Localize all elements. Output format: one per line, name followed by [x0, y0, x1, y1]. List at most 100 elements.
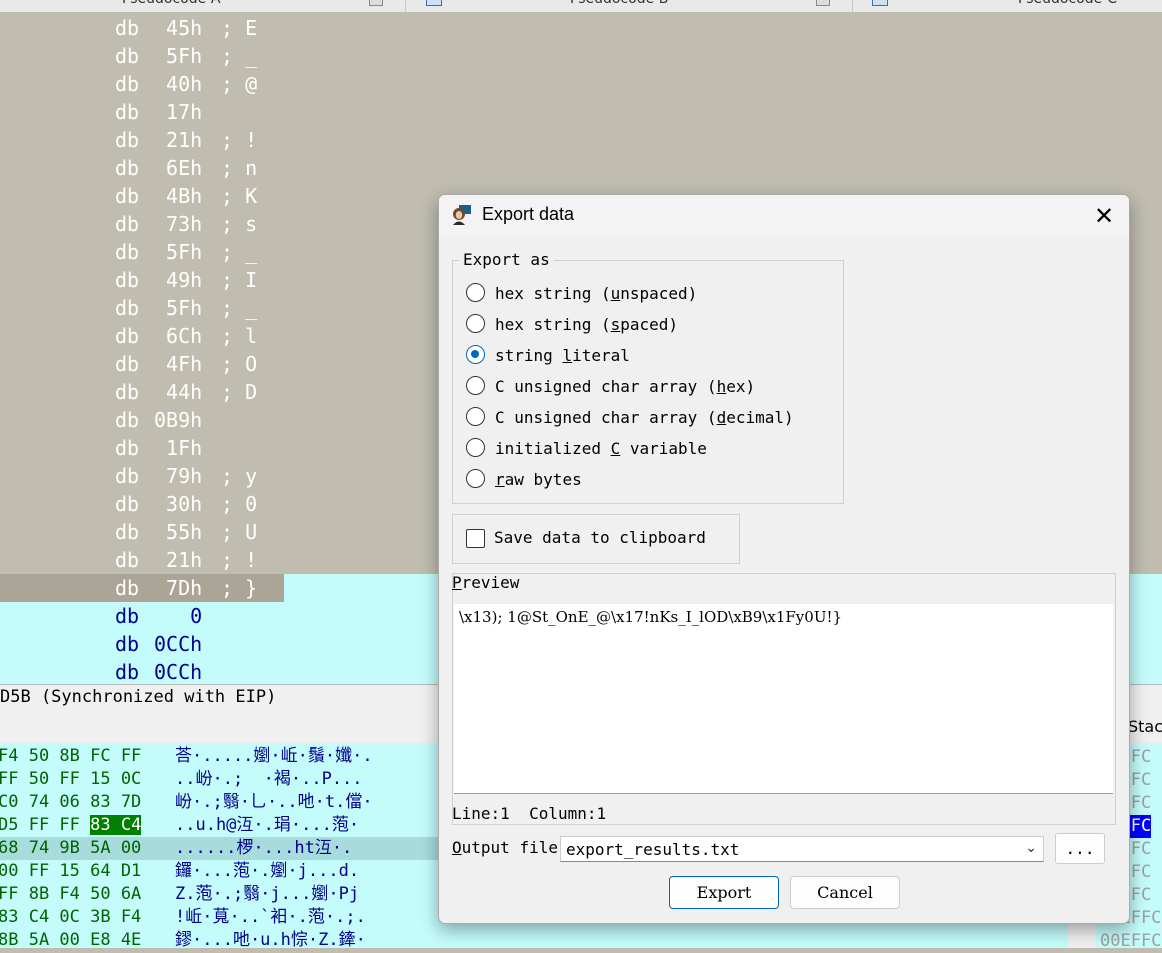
pseudocode-tab-icon	[426, 0, 442, 6]
hex-ascii: 荅·.....嬼·岴·鬚·孅·.	[175, 746, 373, 766]
radio-label-text: initialized	[495, 439, 611, 458]
hex-ascii: 鏐·...吔·u.h悰·Z.鏲·	[175, 930, 366, 948]
hex-bytes: F4 50 8B FC FF	[0, 746, 142, 766]
mnemonic: db	[115, 548, 140, 572]
operand: 0B9h	[154, 408, 203, 432]
pseudocode-tab-icon	[872, 0, 888, 6]
operand: 55h	[154, 520, 203, 544]
output-file-combobox[interactable]: export_results.txt ⌄	[560, 836, 1044, 862]
radio-label-text: nspaced)	[620, 284, 698, 303]
mnemonic: db	[115, 380, 140, 404]
hex-ascii: ..u.h@沍·.琄·...萢·	[175, 815, 360, 835]
comment: ; O	[221, 352, 258, 376]
cursor-position-status: Line:1 Column:1	[452, 804, 607, 823]
comment: ; I	[221, 268, 258, 292]
hex-bytes-plain: D5 FF FF	[0, 815, 91, 835]
operand: 6Ch	[154, 324, 203, 348]
comment: ; K	[221, 184, 258, 208]
tab-pseudocode-a[interactable]: Pseudocode-A	[122, 0, 221, 11]
tab-pseudocode-b[interactable]: Pseudocode-B	[570, 0, 668, 11]
output-file-label: Output file	[452, 838, 558, 857]
mnemonic: db	[115, 100, 140, 124]
comment: ; 0	[221, 492, 258, 516]
radio-button[interactable]	[466, 314, 485, 333]
comment: ; n	[221, 156, 258, 180]
cancel-button[interactable]: Cancel	[790, 876, 900, 909]
operand: 45h	[154, 16, 203, 40]
sync-status-text: D5B (Synchronized with EIP)	[0, 687, 277, 707]
radio-label-text: aw bytes	[504, 470, 582, 489]
preview-textarea[interactable]: \x13); 1@St_OnE_@\x17!nKs_I_lOD\xB9\x1Fy…	[454, 604, 1113, 794]
operand: 73h	[154, 212, 203, 236]
operand: 79h	[154, 464, 203, 488]
close-icon[interactable]: ✕	[1089, 202, 1119, 230]
radio-label: raw bytes	[495, 468, 582, 492]
operand: 0CCh	[154, 632, 203, 656]
export-data-dialog: Export data ✕ Export as hex string (unsp…	[438, 194, 1130, 924]
operand: 7Dh	[154, 576, 203, 600]
comment: ; _	[221, 296, 258, 320]
radio-label-text: ex)	[726, 377, 756, 396]
mnemonic: db	[115, 212, 140, 236]
save-to-clipboard-checkbox[interactable]	[466, 529, 485, 548]
comment: ; _	[221, 240, 258, 264]
browse-button[interactable]: ...	[1055, 833, 1105, 864]
dialog-titlebar[interactable]: Export data ✕	[439, 195, 1129, 237]
radio-label-hotkey: u	[610, 284, 621, 303]
hex-ascii: Z.萢·.;翳·j...嬼·Pj	[175, 884, 360, 904]
mnemonic: db	[115, 156, 140, 180]
comment: ; !	[221, 548, 258, 572]
tab-close-icon[interactable]	[369, 0, 383, 6]
hex-bytes: FF 50 FF 15 0C	[0, 769, 142, 789]
tab-close-icon[interactable]	[816, 0, 830, 6]
operand: 40h	[154, 72, 203, 96]
radio-button[interactable]	[466, 469, 485, 488]
stack-row[interactable]: 00EFFC	[1100, 930, 1161, 953]
hex-ascii: ..岎·.; ·褐·..P...	[175, 769, 363, 789]
hex-ascii: ......椤·...ht沍·.	[175, 838, 353, 858]
output-file-label-text: utput file	[461, 838, 558, 857]
radio-label-hotkey: d	[716, 408, 727, 427]
comment: ; U	[221, 520, 258, 544]
operand: 4Fh	[154, 352, 203, 376]
mnemonic: db	[115, 660, 140, 684]
operand: 4Bh	[154, 184, 203, 208]
radio-label-hotkey: r	[495, 470, 505, 489]
comment: ; @	[221, 72, 258, 96]
radio-label-hotkey: h	[716, 377, 727, 396]
hex-row[interactable]: 8B 5A 00 E8 4E 鏐·...吔·u.h悰·Z.鏲·	[0, 929, 1068, 948]
comment: ; E	[221, 16, 258, 40]
radio-label: string literal	[495, 344, 630, 368]
mnemonic: db	[115, 296, 140, 320]
tab-divider	[852, 0, 853, 12]
mnemonic: db	[115, 128, 140, 152]
radio-button[interactable]	[466, 438, 485, 457]
mnemonic: db	[115, 464, 140, 488]
hex-bytes: C0 74 06 83 7D	[0, 792, 142, 812]
chevron-down-icon[interactable]: ⌄	[1025, 840, 1037, 856]
radio-button-selected[interactable]	[466, 345, 485, 364]
disasm-line-selected[interactable]: db 7Dh ; }	[0, 574, 284, 602]
hex-bytes: 00 FF 15 64 D1	[0, 861, 142, 881]
output-file-value[interactable]: export_results.txt	[566, 840, 739, 859]
mnemonic: db	[115, 632, 140, 656]
export-button[interactable]: Export	[669, 876, 779, 909]
radio-label-text: hex string (	[495, 284, 611, 303]
mnemonic: db	[115, 324, 140, 348]
operand: 0CCh	[154, 660, 203, 684]
mnemonic: db	[115, 352, 140, 376]
hex-bytes: 83 C4 0C 3B F4	[0, 907, 142, 927]
mnemonic: db	[115, 520, 140, 544]
mnemonic: db	[115, 44, 140, 68]
operand: 5Fh	[154, 296, 203, 320]
tab-pseudocode-c[interactable]: Pseudocode-C	[1018, 0, 1117, 11]
save-to-clipboard-label[interactable]: Save data to clipboard	[494, 528, 706, 547]
radio-button[interactable]	[466, 376, 485, 395]
radio-button[interactable]	[466, 283, 485, 302]
radio-label: hex string (spaced)	[495, 313, 678, 337]
mnemonic: db	[115, 604, 140, 628]
radio-label-text: iteral	[572, 346, 630, 365]
operand: 21h	[154, 128, 203, 152]
radio-label-text: ecimal)	[726, 408, 794, 427]
radio-button[interactable]	[466, 407, 485, 426]
